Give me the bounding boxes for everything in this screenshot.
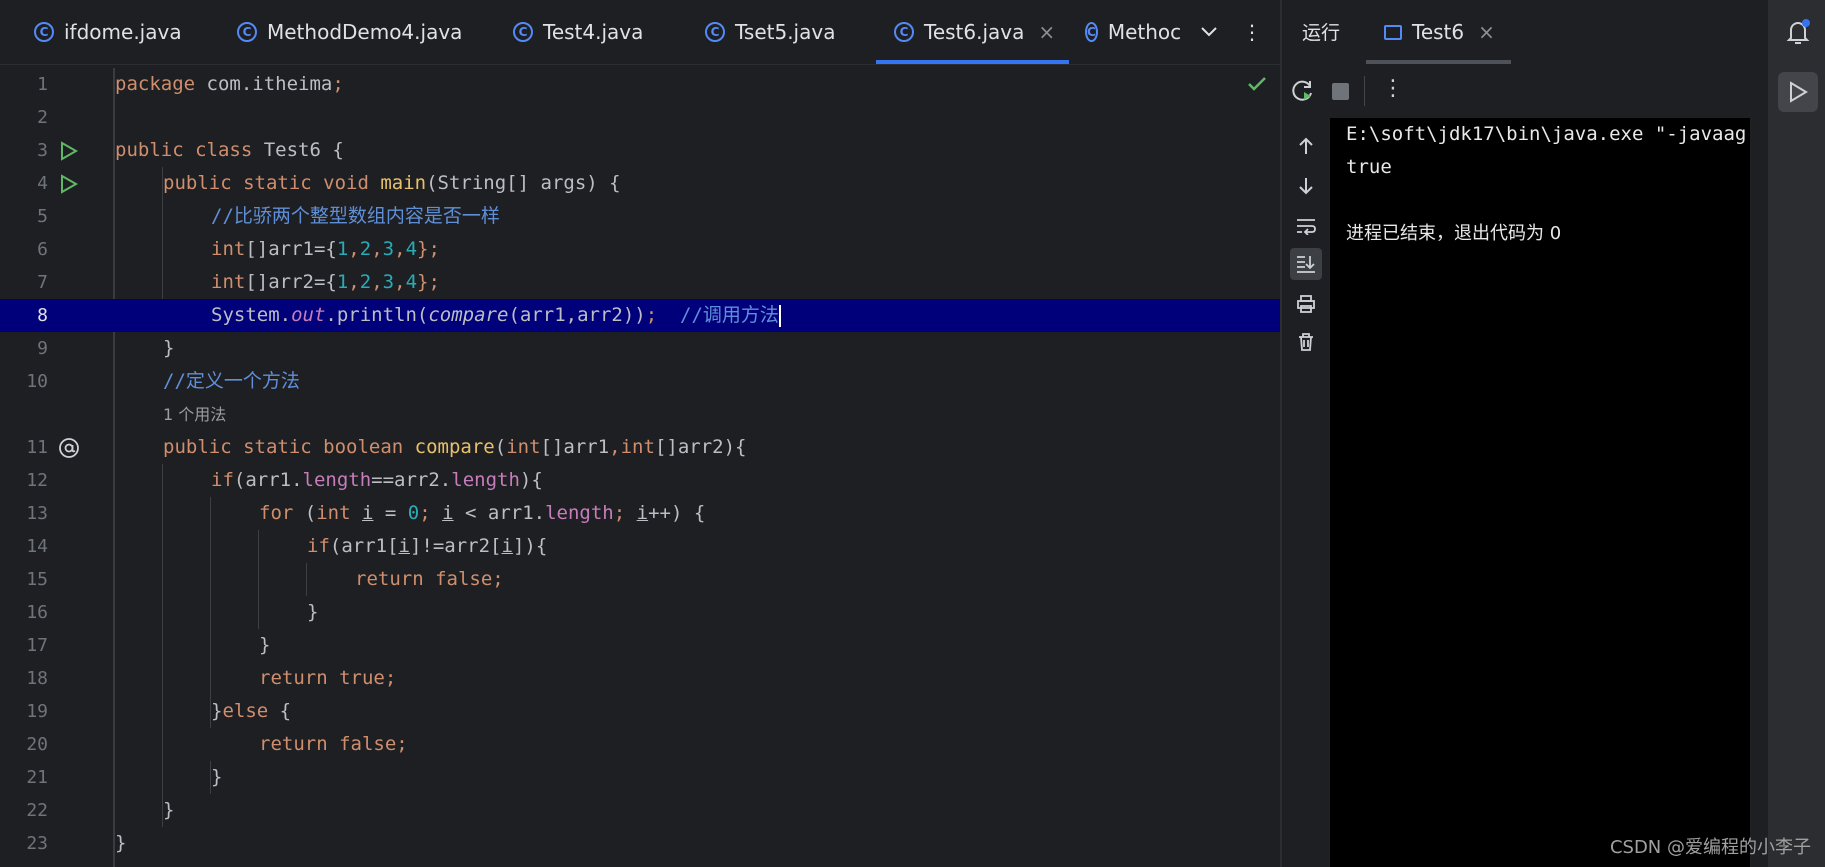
line-number: 10: [26, 371, 48, 392]
trash-icon[interactable]: [1290, 326, 1322, 358]
console-side-toolbar: [1282, 118, 1330, 867]
line-number: 20: [26, 734, 48, 755]
class-icon: C: [34, 22, 54, 42]
console-line: E:\soft\jdk17\bin\java.exe "-javaag: [1346, 123, 1747, 145]
line-number: 5: [37, 206, 48, 227]
soft-wrap-icon[interactable]: [1290, 210, 1322, 242]
code-line-current: System.out.println(compare(arr1,arr2)); …: [113, 299, 1376, 332]
run-class-icon[interactable]: [58, 134, 80, 167]
class-icon: C: [705, 22, 725, 42]
line-gutter: 1 2 3 4 5 6 7 8 9 10 11 12 13 14 15 16 1…: [0, 68, 142, 867]
run-panel-title: 运行: [1302, 22, 1341, 44]
code-line: }: [115, 832, 127, 854]
close-icon[interactable]: ×: [1478, 20, 1495, 44]
tab-test4[interactable]: C Test4.java: [513, 0, 643, 64]
arrow-up-icon[interactable]: [1290, 130, 1322, 162]
code-line: int[]arr1={1,2,3,4};: [211, 238, 440, 260]
line-number: 17: [26, 635, 48, 656]
code-line: }: [163, 799, 175, 821]
line-number: 21: [26, 767, 48, 788]
run-main-icon[interactable]: [58, 167, 80, 200]
code-line: }: [307, 601, 319, 623]
line-number: 13: [26, 503, 48, 524]
usage-hint[interactable]: 1 个用法: [163, 398, 226, 431]
run-panel: 运行 Test6 × ⋮ E:\soft\jdk17\bin\java.exe …: [1280, 0, 1825, 867]
code-area[interactable]: package com.itheima; public class Test6 …: [113, 68, 1376, 867]
class-icon: C: [1085, 22, 1098, 42]
run-panel-header: 运行 Test6 ×: [1282, 0, 1772, 64]
code-line: }: [211, 766, 223, 788]
tab-ifdome[interactable]: Cifdome.java: [34, 0, 182, 64]
code-line: return false;: [259, 733, 408, 755]
more-vertical-icon[interactable]: ⋮: [1382, 76, 1404, 101]
class-icon: C: [237, 22, 257, 42]
line-number: 15: [26, 569, 48, 590]
run-tool-window-icon[interactable]: [1778, 72, 1818, 112]
editor-pane: Cifdome.java C MethodDemo4.java C Test4.ja…: [0, 0, 1376, 867]
line-number: 1: [37, 74, 48, 95]
arrow-down-icon[interactable]: [1290, 170, 1322, 202]
console-output[interactable]: E:\soft\jdk17\bin\java.exe "-javaag true…: [1330, 118, 1750, 867]
toolbar-divider: [1364, 76, 1365, 106]
line-number: 7: [37, 272, 48, 293]
print-icon[interactable]: [1290, 288, 1322, 320]
rerun-icon[interactable]: [1290, 78, 1316, 108]
line-number: 16: [26, 602, 48, 623]
stop-icon[interactable]: [1332, 83, 1349, 100]
code-line: public static boolean compare(int[]arr1,…: [163, 436, 747, 458]
editor-tab-bar: Cifdome.java C MethodDemo4.java C Test4.ja…: [0, 0, 1280, 65]
line-number: 18: [26, 668, 48, 689]
code-line: //定义一个方法: [163, 370, 300, 392]
watermark: CSDN @爱编程的小李子: [1609, 837, 1811, 858]
tab-methoddemo4[interactable]: C MethodDemo4.java: [237, 0, 462, 64]
code-line: }: [163, 337, 175, 359]
code-line: if(arr1[i]!=arr2[i]){: [307, 535, 548, 557]
code-line: if(arr1.length==arr2.length){: [211, 469, 543, 491]
line-number-current: 8: [0, 299, 113, 332]
code-line: int[]arr2={1,2,3,4};: [211, 271, 440, 293]
tab-test6[interactable]: C Test6.java ×: [875, 0, 1070, 64]
code-line: package com.itheima;: [115, 73, 344, 95]
console-icon: [1384, 24, 1402, 40]
scroll-to-end-icon[interactable]: [1290, 248, 1322, 280]
chevron-down-icon[interactable]: [1200, 0, 1218, 64]
line-number: 9: [37, 338, 48, 359]
line-number: 4: [37, 173, 48, 194]
line-number: 3: [37, 140, 48, 161]
check-icon: [1247, 76, 1267, 96]
line-number: 23: [26, 833, 48, 854]
run-toolbar: ⋮: [1282, 72, 1772, 112]
code-line: //比骄两个整型数组内容是否一样: [211, 205, 500, 227]
line-number: 11: [26, 437, 48, 458]
line-number: 6: [37, 239, 48, 260]
run-tab-test6[interactable]: Test6 ×: [1366, 0, 1511, 64]
close-icon[interactable]: ×: [1038, 20, 1055, 44]
right-tool-strip: [1767, 0, 1825, 867]
more-vertical-icon[interactable]: ⋮: [1242, 0, 1262, 64]
override-at-icon[interactable]: [58, 431, 80, 464]
console-line: true: [1346, 156, 1392, 178]
text-caret: [778, 304, 781, 327]
line-number: 14: [26, 536, 48, 557]
line-number: 22: [26, 800, 48, 821]
code-line: }: [259, 634, 271, 656]
code-line: }else {: [211, 700, 292, 722]
notifications-icon[interactable]: [1778, 12, 1818, 52]
console-line: 进程已结束，退出代码为 0: [1346, 223, 1562, 244]
code-line: for (int i = 0; i < arr1.length; i++) {: [259, 502, 706, 524]
code-line: public static void main(String[] args) {: [163, 172, 621, 194]
code-line: public class Test6 {: [115, 139, 344, 161]
line-number: 12: [26, 470, 48, 491]
line-number: 2: [37, 107, 48, 128]
class-icon: C: [513, 22, 533, 42]
code-line: return true;: [259, 667, 397, 689]
line-number: 19: [26, 701, 48, 722]
class-icon: C: [894, 22, 914, 42]
tab-methoc[interactable]: C Methoc: [1085, 0, 1180, 64]
tab-tset5[interactable]: C Tset5.java: [705, 0, 835, 64]
